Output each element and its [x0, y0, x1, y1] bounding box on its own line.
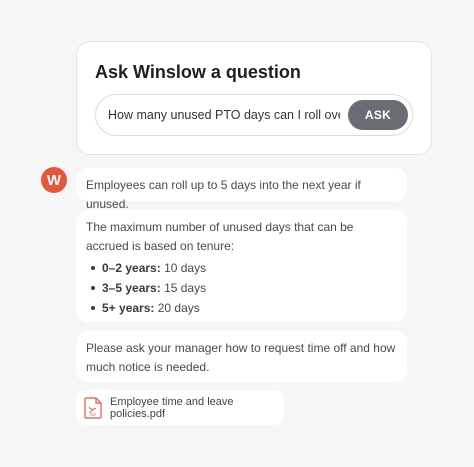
list-item: 0–2 years: 10 days [86, 258, 397, 278]
answer-bubble-rollover: Employees can roll up to 5 days into the… [76, 168, 407, 211]
tenure-range: 0–2 years: [102, 261, 161, 275]
list-item: 5+ years: 20 days [86, 298, 397, 318]
answer-text: The maximum number of unused days that c… [86, 220, 354, 253]
answer-text: Please ask your manager how to request t… [86, 341, 396, 374]
attachment-file-name: Employee time and leave policies.pdf [110, 395, 234, 420]
svg-text:PDF: PDF [89, 413, 96, 417]
question-input[interactable] [108, 95, 340, 135]
bullet-icon [91, 286, 95, 290]
bullet-icon [91, 306, 95, 310]
answer-bubble-manager: Please ask your manager how to request t… [76, 331, 407, 382]
ask-panel: Ask Winslow a question ASK [76, 41, 432, 155]
tenure-days: 10 days [164, 261, 207, 275]
tenure-days: 20 days [157, 301, 200, 315]
answer-text: Employees can roll up to 5 days into the… [86, 178, 361, 211]
pdf-file-icon: PDF [84, 396, 102, 419]
ask-button[interactable]: ASK [348, 100, 408, 130]
pdf-attachment-link[interactable]: PDF Employee time and leave policies.pdf [76, 390, 284, 425]
question-input-container[interactable]: ASK [95, 94, 413, 136]
bullet-icon [91, 266, 95, 270]
tenure-range: 5+ years: [102, 301, 155, 315]
tenure-days: 15 days [164, 281, 207, 295]
tenure-range: 3–5 years: [102, 281, 161, 295]
answer-bubble-tenure: The maximum number of unused days that c… [76, 210, 407, 322]
ask-panel-title: Ask Winslow a question [95, 62, 301, 82]
winslow-avatar: W [41, 167, 67, 193]
tenure-list: 0–2 years: 10 days 3–5 years: 15 days 5+… [86, 258, 397, 318]
list-item: 3–5 years: 15 days [86, 278, 397, 298]
